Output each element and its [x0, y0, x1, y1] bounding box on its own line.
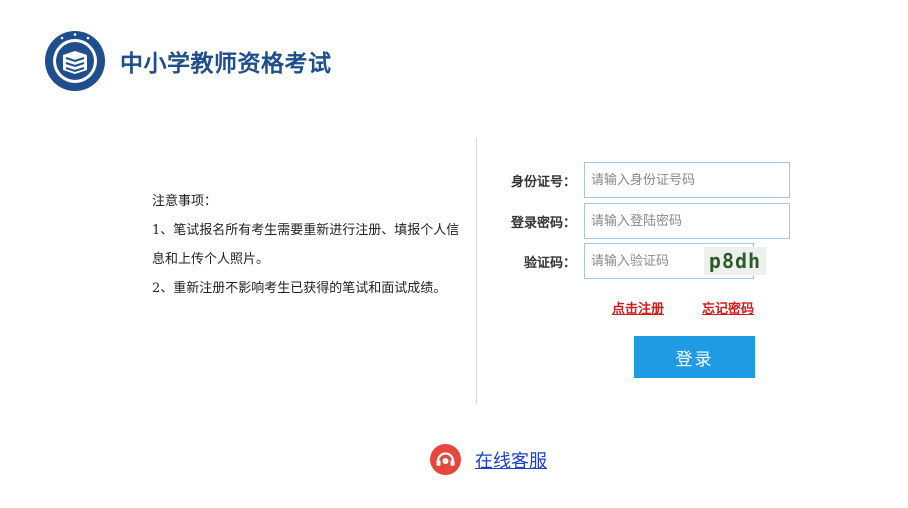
site-header: 中小学教师资格考试 — [44, 28, 332, 94]
password-label: 登录密码： — [510, 215, 576, 231]
online-service: 在线客服 — [430, 444, 547, 475]
notice-title: 注意事项： — [152, 194, 218, 209]
forgot-password-link[interactable]: 忘记密码 — [702, 298, 754, 317]
id-number-input[interactable] — [584, 162, 790, 198]
password-row: 登录密码： — [500, 203, 790, 239]
notice-panel: 注意事项： 1、笔试报名所有考生需要重新进行注册、填报个人信息和上传个人照片。 … — [152, 190, 467, 303]
register-link[interactable]: 点击注册 — [612, 298, 664, 317]
id-number-label: 身份证号： — [510, 174, 576, 190]
vertical-divider — [476, 138, 477, 404]
captcha-label: 验证码： — [523, 255, 576, 271]
password-input[interactable] — [584, 203, 790, 239]
captcha-image[interactable]: p8dh — [704, 247, 766, 275]
account-links: 点击注册 忘记密码 — [612, 298, 754, 317]
notice-item: 2、重新注册不影响考生已获得的笔试和面试成绩。 — [152, 281, 447, 296]
online-service-link[interactable]: 在线客服 — [475, 447, 547, 473]
login-button[interactable]: 登录 — [634, 336, 755, 378]
headset-icon[interactable] — [430, 444, 461, 475]
site-title: 中小学教师资格考试 — [120, 51, 332, 77]
seal-book-icon — [45, 31, 105, 91]
notice-item: 1、笔试报名所有考生需要重新进行注册、填报个人信息和上传个人照片。 — [152, 223, 460, 267]
id-number-row: 身份证号： — [500, 162, 790, 198]
